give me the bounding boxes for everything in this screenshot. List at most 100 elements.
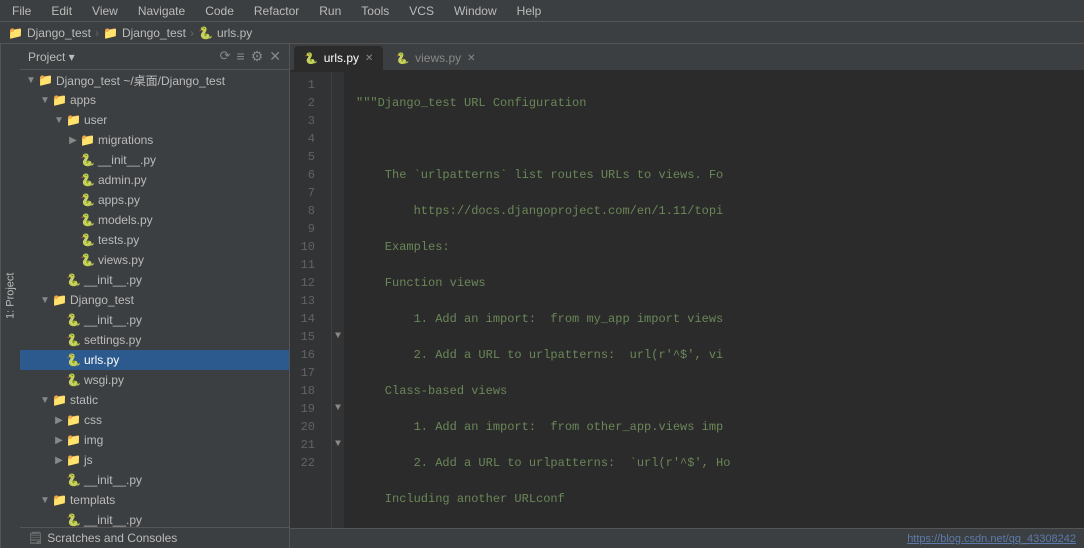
tab-bar: 🐍 urls.py ✕ 🐍 views.py ✕ — [290, 44, 1084, 72]
status-link[interactable]: https://blog.csdn.net/qq_43308242 — [907, 533, 1076, 545]
menu-vcs[interactable]: VCS — [405, 2, 438, 20]
tree-node-init-django[interactable]: 🐍 __init__.py — [20, 310, 289, 330]
scratches-icon: 🗒 — [28, 531, 43, 545]
scratches-label: Scratches and Consoles — [47, 531, 177, 545]
line-numbers: 1 2 3 4 5 6 7 8 9 10 11 12 13 14 15 16 1… — [290, 72, 332, 528]
tab-urls[interactable]: 🐍 urls.py ✕ — [294, 46, 383, 70]
settings-label: settings.py — [84, 333, 141, 347]
tree-node-init-apps[interactable]: 🐍 __init__.py — [20, 270, 289, 290]
menu-code[interactable]: Code — [201, 2, 238, 20]
tab-views-close[interactable]: ✕ — [467, 53, 475, 64]
tree-node-js[interactable]: ▶ 📁 js — [20, 450, 289, 470]
menu-window[interactable]: Window — [450, 2, 501, 20]
templats-folder-icon: 📁 — [52, 493, 67, 507]
init-apps-label: __init__.py — [84, 273, 142, 287]
tree-sync-icon[interactable]: ⟳ — [220, 48, 231, 65]
tree-node-views[interactable]: 🐍 views.py — [20, 250, 289, 270]
breadcrumb: 📁 Django_test › 📁 Django_test › 🐍 urls.p… — [0, 22, 1084, 44]
models-label: models.py — [98, 213, 153, 227]
tree-node-templats[interactable]: ▼ 📁 templats — [20, 490, 289, 510]
tree-node-init-templats[interactable]: 🐍 __init__.py — [20, 510, 289, 527]
menu-view[interactable]: View — [88, 2, 122, 20]
tree-node-img[interactable]: ▶ 📁 img — [20, 430, 289, 450]
apps-py-icon: 🐍 — [80, 193, 95, 207]
breadcrumb-folder-icon2: 📁 — [103, 26, 118, 40]
code-content[interactable]: """Django_test URL Configuration The `ur… — [344, 72, 1084, 528]
css-label: css — [84, 413, 102, 427]
init-static-icon: 🐍 — [66, 473, 81, 487]
menu-run[interactable]: Run — [315, 2, 345, 20]
css-folder-icon: 📁 — [66, 413, 81, 427]
tree-node-static[interactable]: ▼ 📁 static — [20, 390, 289, 410]
code-line-5: Examples: — [356, 238, 1084, 256]
fold-icon-19[interactable]: ▼ — [332, 400, 344, 418]
init-static-label: __init__.py — [84, 473, 142, 487]
tab-urls-icon: 🐍 — [304, 52, 318, 65]
breadcrumb-file[interactable]: urls.py — [217, 26, 252, 40]
code-line-13: 1. Import the include() function: from d… — [356, 526, 1084, 528]
code-line-7: 1. Add an import: from my_app import vie… — [356, 310, 1084, 328]
root-folder-icon: 📁 — [38, 73, 53, 87]
tree-footer: 🗒 Scratches and Consoles — [20, 527, 289, 548]
editor-area: 🐍 urls.py ✕ 🐍 views.py ✕ 1 2 3 4 5 6 7 8 — [290, 44, 1084, 548]
project-panel-label[interactable]: 1: Project — [0, 44, 20, 548]
tree-node-user[interactable]: ▼ 📁 user — [20, 110, 289, 130]
tree-node-init-user[interactable]: 🐍 __init__.py — [20, 150, 289, 170]
fold-gutter: ▼ ▼ ▼ — [332, 72, 344, 528]
user-folder-icon: 📁 — [66, 113, 81, 127]
breadcrumb-mid[interactable]: Django_test — [122, 26, 186, 40]
tree-node-migrations[interactable]: ▶ 📁 migrations — [20, 130, 289, 150]
tree-close-icon[interactable]: ✕ — [269, 48, 281, 65]
static-label: static — [70, 393, 98, 407]
tree-node-css[interactable]: ▶ 📁 css — [20, 410, 289, 430]
tree-header: Project ▾ ⟳ ≡ ⚙ ✕ — [20, 44, 289, 70]
tab-views-label: views.py — [415, 51, 461, 65]
tree-node-wsgi[interactable]: 🐍 wsgi.py — [20, 370, 289, 390]
menu-help[interactable]: Help — [513, 2, 546, 20]
admin-label: admin.py — [98, 173, 147, 187]
tree-node-urls[interactable]: 🐍 urls.py — [20, 350, 289, 370]
tab-views[interactable]: 🐍 views.py ✕ — [385, 46, 485, 70]
tab-urls-close[interactable]: ✕ — [365, 53, 373, 64]
tree-collapse-icon[interactable]: ≡ — [237, 48, 245, 65]
tab-views-icon: 🐍 — [395, 52, 409, 65]
menu-edit[interactable]: Edit — [47, 2, 76, 20]
code-line-3: The `urlpatterns` list routes URLs to vi… — [356, 166, 1084, 184]
menu-file[interactable]: File — [8, 2, 35, 20]
init-apps-py-icon: 🐍 — [66, 273, 81, 287]
main-layout: 1: Project Project ▾ ⟳ ≡ ⚙ ✕ ▼ 📁 Django_… — [0, 44, 1084, 548]
tests-label: tests.py — [98, 233, 139, 247]
tree-body: ▼ 📁 Django_test ~/桌面/Django_test ▼ 📁 app… — [20, 70, 289, 527]
tree-node-tests[interactable]: 🐍 tests.py — [20, 230, 289, 250]
tree-node-apps-py[interactable]: 🐍 apps.py — [20, 190, 289, 210]
admin-py-icon: 🐍 — [80, 173, 95, 187]
fold-icon-15[interactable]: ▼ — [332, 328, 344, 346]
breadcrumb-root[interactable]: Django_test — [27, 26, 91, 40]
apps-label: apps — [70, 93, 96, 107]
tree-settings-icon[interactable]: ⚙ — [251, 48, 264, 65]
code-line-4: https://docs.djangoproject.com/en/1.11/t… — [356, 202, 1084, 220]
static-folder-icon: 📁 — [52, 393, 67, 407]
init-django-label: __init__.py — [84, 313, 142, 327]
tree-root[interactable]: ▼ 📁 Django_test ~/桌面/Django_test — [20, 70, 289, 90]
tree-node-admin[interactable]: 🐍 admin.py — [20, 170, 289, 190]
menu-refactor[interactable]: Refactor — [250, 2, 303, 20]
urls-py-icon: 🐍 — [66, 353, 81, 367]
tree-node-init-static[interactable]: 🐍 __init__.py — [20, 470, 289, 490]
tree-node-apps[interactable]: ▼ 📁 apps — [20, 90, 289, 110]
apps-folder-icon: 📁 — [52, 93, 67, 107]
menu-tools[interactable]: Tools — [357, 2, 393, 20]
user-label: user — [84, 113, 107, 127]
tree-node-settings[interactable]: 🐍 settings.py — [20, 330, 289, 350]
file-tree-panel: Project ▾ ⟳ ≡ ⚙ ✕ ▼ 📁 Django_test ~/桌面/D… — [20, 44, 290, 548]
tree-node-models[interactable]: 🐍 models.py — [20, 210, 289, 230]
tree-header-title[interactable]: Project ▾ — [28, 50, 75, 64]
tree-node-django-test-folder[interactable]: ▼ 📁 Django_test — [20, 290, 289, 310]
img-folder-icon: 📁 — [66, 433, 81, 447]
menu-navigate[interactable]: Navigate — [134, 2, 189, 20]
apps-py-label: apps.py — [98, 193, 140, 207]
code-line-10: 1. Add an import: from other_app.views i… — [356, 418, 1084, 436]
scratches-consoles[interactable]: 🗒 Scratches and Consoles — [20, 528, 289, 548]
fold-icon-21[interactable]: ▼ — [332, 436, 344, 454]
migrations-label: migrations — [98, 133, 153, 147]
